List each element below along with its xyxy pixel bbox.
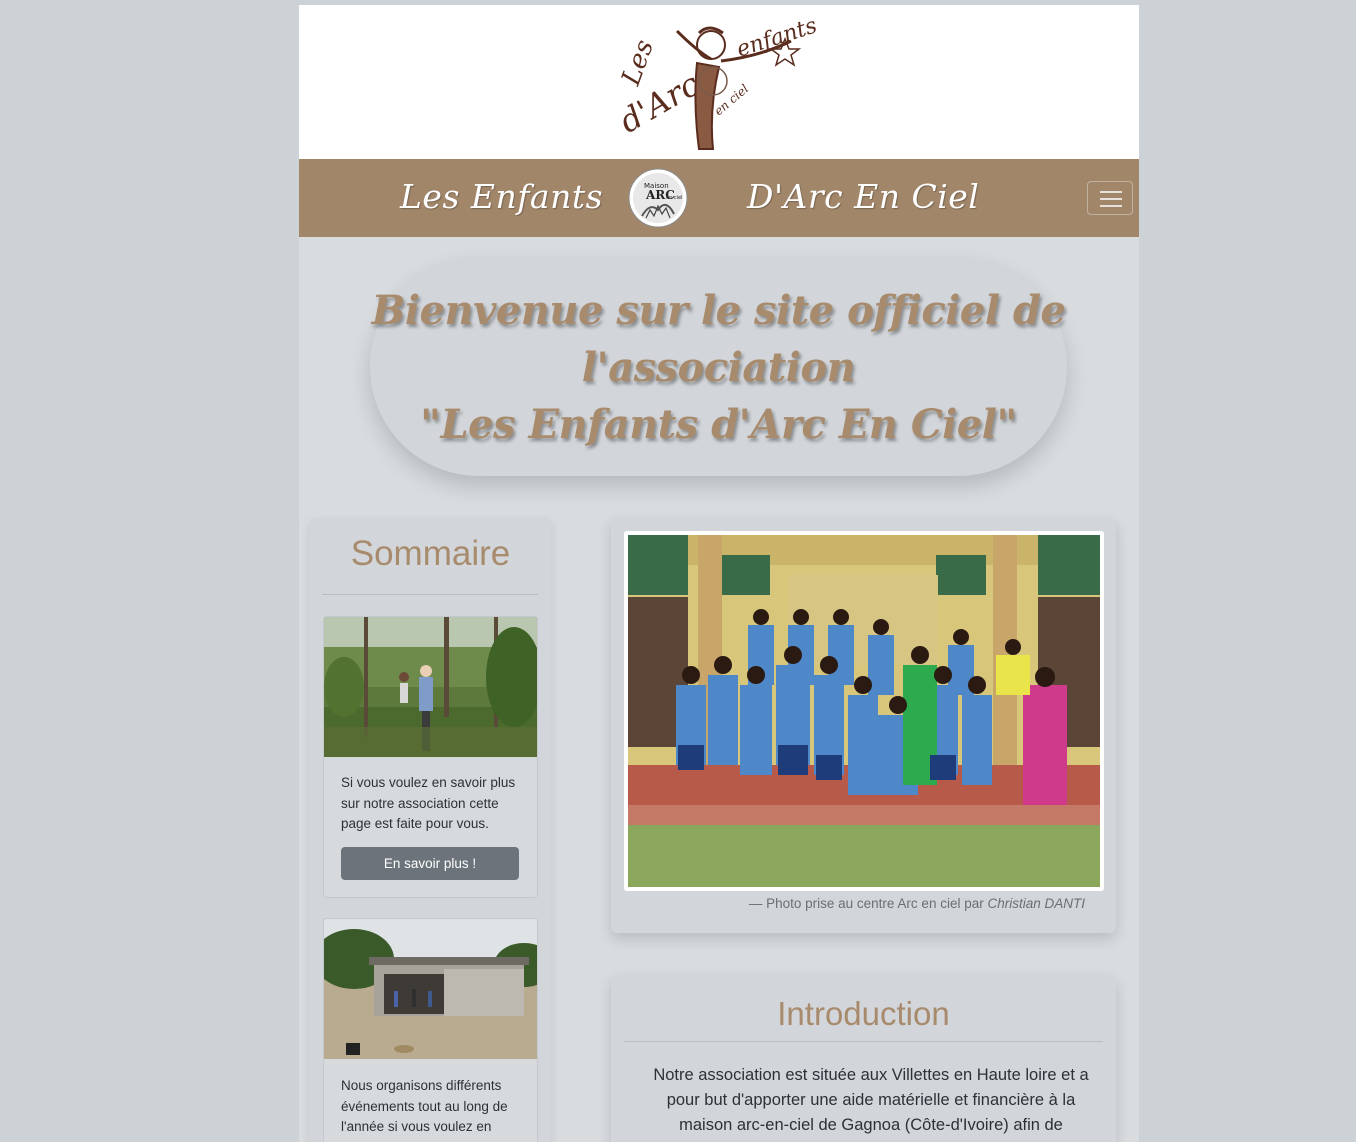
learn-more-button[interactable]: En savoir plus !: [341, 847, 519, 880]
caption-prefix: — Photo prise au centre Arc en ciel par: [748, 896, 988, 911]
group-photo[interactable]: [628, 535, 1100, 887]
card-text: Nous organisons différents événements to…: [341, 1078, 508, 1134]
sidebar-title: Sommaire: [350, 534, 511, 573]
sidebar-card-association: Si vous voulez en savoir plus sur notre …: [323, 616, 538, 898]
photo-caption: — Photo prise au centre Arc en ciel par …: [611, 896, 1085, 911]
photo-frame: [624, 531, 1104, 891]
hamburger-icon-line: [1100, 198, 1122, 200]
field-photo: [324, 617, 537, 757]
brand-right[interactable]: D'Arc En Ciel: [747, 177, 979, 216]
logo-word-les: Les: [617, 36, 660, 90]
intro-card: Introduction Notre association est situé…: [611, 975, 1116, 1142]
welcome-line-2: l'association: [581, 343, 856, 391]
association-logo[interactable]: Les enfants d'Arc en ciel: [617, 11, 823, 156]
menu-toggle-button[interactable]: [1087, 181, 1133, 215]
intro-title: Introduction: [777, 995, 950, 1032]
building-photo: [324, 919, 537, 1059]
intro-text: Notre association est située aux Villett…: [653, 1066, 1089, 1134]
card-text: Si vous voulez en savoir plus sur notre …: [341, 775, 516, 831]
nav-logo-enciel: en ciel: [666, 195, 682, 201]
hamburger-icon: [1100, 191, 1122, 193]
hamburger-icon-line: [1100, 205, 1122, 207]
welcome-line-1: Bienvenue sur le site officiel de: [371, 286, 1066, 334]
logo-band: Les enfants d'Arc en ciel: [299, 5, 1139, 159]
photo-card: — Photo prise au centre Arc en ciel par …: [611, 518, 1116, 933]
sidebar-card-events: Nous organisons différents événements to…: [323, 918, 538, 1142]
navbar: Les Enfants Maison ARC en ciel D'Arc En …: [299, 159, 1139, 237]
divider: [322, 594, 538, 595]
logo-word-enciel: en ciel: [712, 82, 752, 119]
brand-left[interactable]: Les Enfants: [400, 177, 603, 216]
caption-author: Christian DANTI: [987, 896, 1085, 911]
welcome-line-3: "Les Enfants d'Arc En Ciel": [420, 400, 1017, 448]
welcome-banner: Bienvenue sur le site officiel de l'asso…: [370, 258, 1067, 476]
sidebar: Sommaire Si vous voulez en savoir plus s…: [310, 518, 551, 1142]
divider: [624, 1041, 1103, 1042]
page: Les enfants d'Arc en ciel Les Enfants Ma…: [299, 5, 1139, 1142]
nav-logo[interactable]: Maison ARC en ciel: [628, 168, 688, 228]
